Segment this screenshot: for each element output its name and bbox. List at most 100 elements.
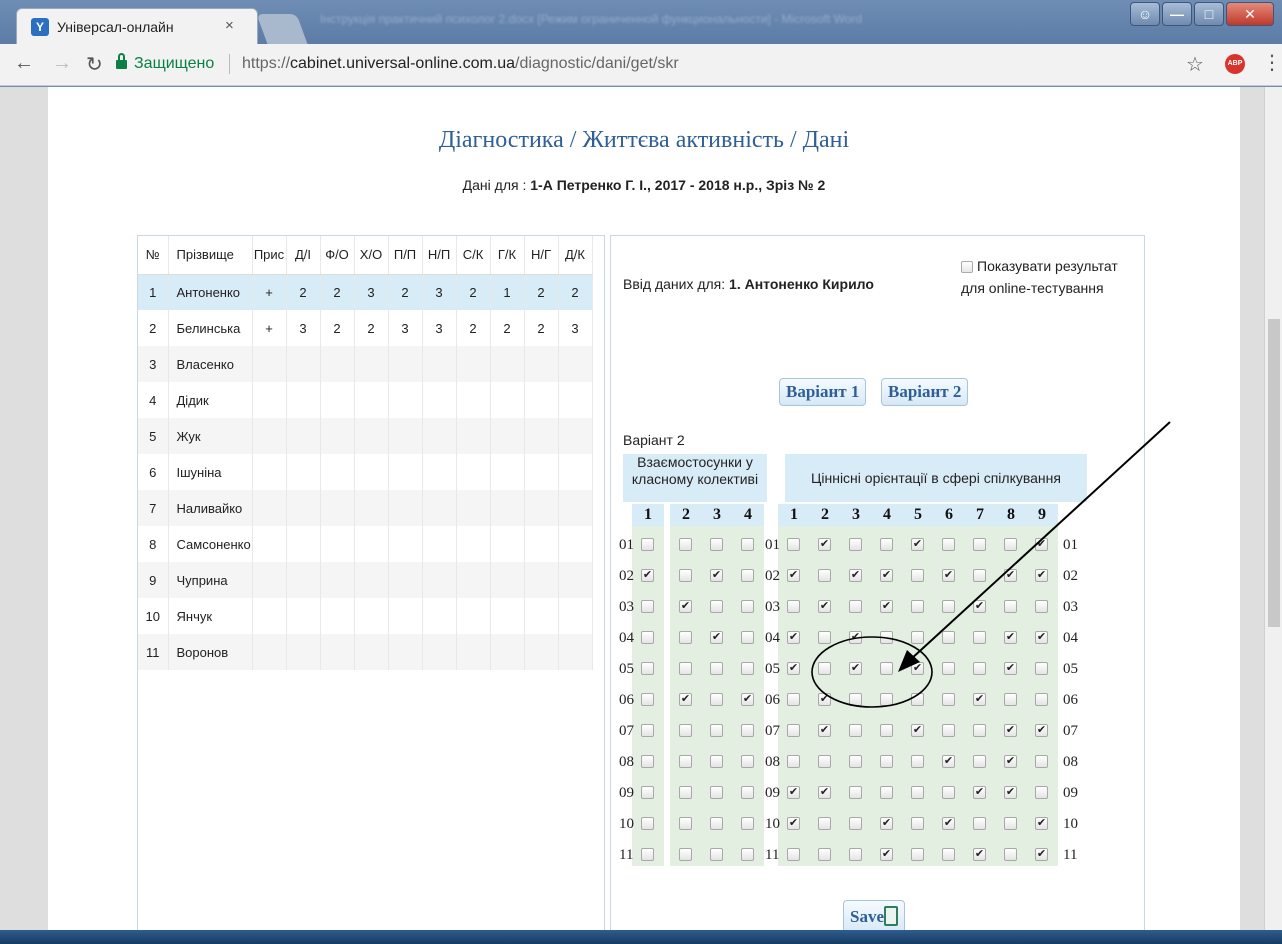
- answer-checkbox[interactable]: [880, 724, 893, 737]
- answer-checkbox[interactable]: [818, 755, 831, 768]
- answer-checkbox[interactable]: [710, 817, 723, 830]
- answer-checkbox[interactable]: [1004, 538, 1017, 551]
- answer-checkbox[interactable]: [880, 817, 893, 830]
- answer-checkbox[interactable]: [849, 724, 862, 737]
- show-result-checkbox[interactable]: [961, 261, 973, 273]
- scrollbar-thumb[interactable]: [1268, 319, 1280, 627]
- answer-checkbox[interactable]: [1004, 817, 1017, 830]
- answer-checkbox[interactable]: [973, 569, 986, 582]
- answer-checkbox[interactable]: [1004, 693, 1017, 706]
- answer-checkbox[interactable]: [1035, 817, 1048, 830]
- student-row[interactable]: 8 Самсоненко: [138, 526, 593, 562]
- student-row[interactable]: 9 Чуприна: [138, 562, 593, 598]
- answer-checkbox[interactable]: [710, 631, 723, 644]
- answer-checkbox[interactable]: [942, 538, 955, 551]
- answer-checkbox[interactable]: [679, 538, 692, 551]
- answer-checkbox[interactable]: [741, 538, 754, 551]
- forward-arrow-icon[interactable]: →: [52, 52, 72, 75]
- student-row[interactable]: 6 Ішуніна: [138, 454, 593, 490]
- answer-checkbox[interactable]: [880, 662, 893, 675]
- answer-checkbox[interactable]: [973, 693, 986, 706]
- answer-checkbox[interactable]: [741, 786, 754, 799]
- answer-checkbox[interactable]: [710, 538, 723, 551]
- answer-checkbox[interactable]: [942, 569, 955, 582]
- answer-checkbox[interactable]: [741, 755, 754, 768]
- answer-checkbox[interactable]: [880, 786, 893, 799]
- answer-checkbox[interactable]: [849, 848, 862, 861]
- answer-checkbox[interactable]: [911, 693, 924, 706]
- answer-checkbox[interactable]: [641, 538, 654, 551]
- answer-checkbox[interactable]: [679, 786, 692, 799]
- answer-checkbox[interactable]: [849, 755, 862, 768]
- answer-checkbox[interactable]: [710, 600, 723, 613]
- answer-checkbox[interactable]: [641, 662, 654, 675]
- answer-checkbox[interactable]: [942, 817, 955, 830]
- student-row[interactable]: 2 Белинська +3 2 2 3 3 2 2 2 3: [138, 310, 593, 346]
- answer-checkbox[interactable]: [880, 693, 893, 706]
- answer-checkbox[interactable]: [911, 786, 924, 799]
- answer-checkbox[interactable]: [942, 693, 955, 706]
- answer-checkbox[interactable]: [818, 569, 831, 582]
- answer-checkbox[interactable]: [849, 693, 862, 706]
- answer-checkbox[interactable]: [787, 724, 800, 737]
- answer-checkbox[interactable]: [880, 569, 893, 582]
- answer-checkbox[interactable]: [942, 848, 955, 861]
- answer-checkbox[interactable]: [1035, 848, 1048, 861]
- reload-icon[interactable]: ↻: [86, 52, 103, 77]
- answer-checkbox[interactable]: [710, 724, 723, 737]
- variant-2-button[interactable]: Варіант 2: [881, 378, 969, 406]
- answer-checkbox[interactable]: [741, 693, 754, 706]
- answer-checkbox[interactable]: [679, 693, 692, 706]
- answer-checkbox[interactable]: [787, 662, 800, 675]
- answer-checkbox[interactable]: [641, 724, 654, 737]
- answer-checkbox[interactable]: [1004, 724, 1017, 737]
- answer-checkbox[interactable]: [679, 724, 692, 737]
- answer-checkbox[interactable]: [1004, 848, 1017, 861]
- answer-checkbox[interactable]: [818, 817, 831, 830]
- answer-checkbox[interactable]: [849, 786, 862, 799]
- address-bar[interactable]: Защищено https://cabinet.universal-onlin…: [112, 49, 1202, 81]
- user-profile-icon[interactable]: ☺: [1130, 2, 1160, 26]
- answer-checkbox[interactable]: [818, 848, 831, 861]
- answer-checkbox[interactable]: [1004, 662, 1017, 675]
- answer-checkbox[interactable]: [973, 817, 986, 830]
- answer-checkbox[interactable]: [911, 662, 924, 675]
- tab-close-icon[interactable]: ×: [225, 17, 234, 34]
- answer-checkbox[interactable]: [741, 848, 754, 861]
- answer-checkbox[interactable]: [911, 600, 924, 613]
- variant-1-button[interactable]: Варіант 1: [779, 378, 867, 406]
- answer-checkbox[interactable]: [818, 662, 831, 675]
- answer-checkbox[interactable]: [818, 693, 831, 706]
- answer-checkbox[interactable]: [973, 538, 986, 551]
- answer-checkbox[interactable]: [641, 631, 654, 644]
- answer-checkbox[interactable]: [942, 600, 955, 613]
- answer-checkbox[interactable]: [741, 724, 754, 737]
- answer-checkbox[interactable]: [710, 693, 723, 706]
- answer-checkbox[interactable]: [741, 817, 754, 830]
- answer-checkbox[interactable]: [1035, 786, 1048, 799]
- answer-checkbox[interactable]: [818, 786, 831, 799]
- answer-checkbox[interactable]: [710, 569, 723, 582]
- answer-checkbox[interactable]: [1035, 662, 1048, 675]
- answer-checkbox[interactable]: [1035, 631, 1048, 644]
- answer-checkbox[interactable]: [641, 693, 654, 706]
- answer-checkbox[interactable]: [942, 755, 955, 768]
- answer-checkbox[interactable]: [787, 755, 800, 768]
- answer-checkbox[interactable]: [1035, 755, 1048, 768]
- answer-checkbox[interactable]: [787, 538, 800, 551]
- student-row[interactable]: 4 Дідик: [138, 382, 593, 418]
- answer-checkbox[interactable]: [710, 755, 723, 768]
- answer-checkbox[interactable]: [818, 724, 831, 737]
- answer-checkbox[interactable]: [942, 724, 955, 737]
- answer-checkbox[interactable]: [973, 662, 986, 675]
- answer-checkbox[interactable]: [973, 631, 986, 644]
- answer-checkbox[interactable]: [973, 848, 986, 861]
- browser-tab[interactable]: Y Універсал-онлайн ×: [16, 8, 258, 44]
- answer-checkbox[interactable]: [679, 631, 692, 644]
- answer-checkbox[interactable]: [641, 786, 654, 799]
- answer-checkbox[interactable]: [849, 538, 862, 551]
- answer-checkbox[interactable]: [679, 662, 692, 675]
- answer-checkbox[interactable]: [880, 538, 893, 551]
- answer-checkbox[interactable]: [818, 631, 831, 644]
- student-row[interactable]: 7 Наливайко: [138, 490, 593, 526]
